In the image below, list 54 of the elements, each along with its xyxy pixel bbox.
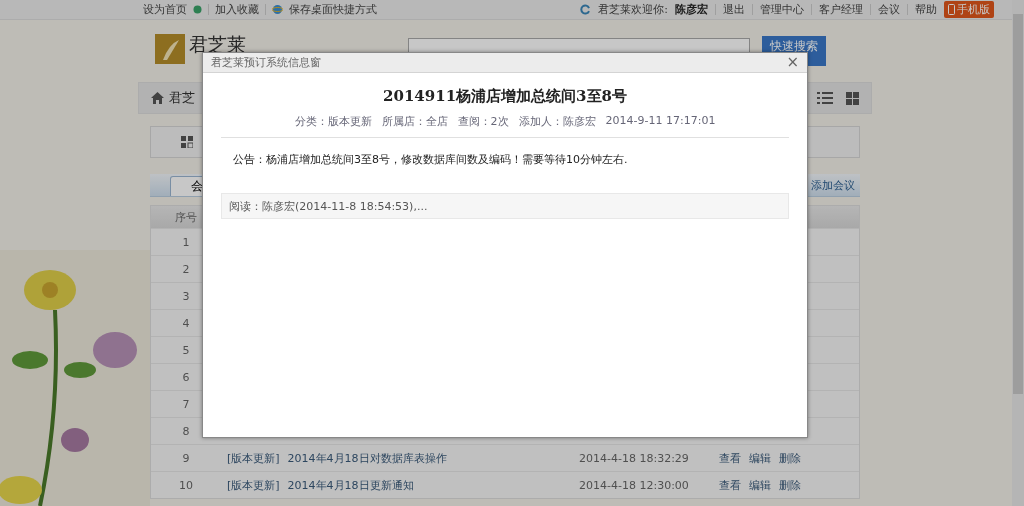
action-link[interactable]: 查看 [719, 477, 741, 493]
category-tag: [版本更新] [227, 450, 280, 466]
add-meeting-link[interactable]: 添加会议 [811, 177, 860, 193]
readers-text: 阅读：陈彦宏(2014-11-8 18:54:53),... [229, 198, 428, 214]
phone-icon [948, 4, 955, 15]
row-number: 2 [181, 262, 191, 276]
welcome-text: 君芝莱欢迎你: [598, 2, 668, 17]
notice-title-link[interactable]: 2014年4月18日对数据库表操作 [287, 450, 447, 466]
category-tag: [版本更新] [227, 477, 280, 493]
notice-body: 公告：杨浦店增加总统间3至8号，修改数据库间数及编码！需要等待10分钟左右. [233, 152, 629, 167]
notice-heading: 2014911杨浦店增加总统间3至8号 [382, 87, 628, 106]
date-cell-text: 2014-4-18 12:30:00 [579, 478, 690, 492]
action-link[interactable]: 删除 [779, 450, 801, 466]
top-link[interactable]: 客户经理 [819, 2, 863, 17]
row-number: 7 [181, 397, 191, 411]
top-link[interactable]: 会议 [878, 2, 900, 17]
breadcrumb-text: 君芝 [169, 89, 195, 107]
row-number: 10 [178, 478, 194, 492]
globe-icon [272, 4, 283, 15]
meta-text: 2014-9-11 17:17:01 [605, 114, 716, 129]
top-link[interactable]: 管理中心 [760, 2, 804, 17]
date-cell-text: 2014-4-18 18:32:29 [579, 451, 690, 465]
mobile-button[interactable]: 手机版 [944, 1, 994, 18]
row-number: 6 [181, 370, 191, 384]
action-link[interactable]: 删除 [779, 477, 801, 493]
notice-title-link[interactable]: 2014年4月18日更新通知 [287, 477, 414, 493]
row-number: 9 [181, 451, 191, 465]
grid-icon[interactable] [181, 136, 193, 148]
top-link[interactable]: 退出 [723, 2, 745, 17]
column-header: 序号 [174, 209, 198, 225]
row-number: 8 [181, 424, 191, 438]
top-link[interactable]: 保存桌面快捷方式 [289, 2, 377, 17]
top-link[interactable]: 加入收藏 [215, 2, 259, 17]
meta-text: 查阅：2次 [457, 114, 509, 129]
meta-text: 分类：版本更新 [294, 114, 372, 129]
row-number: 5 [181, 343, 191, 357]
logo-icon [155, 34, 185, 64]
row-number: 4 [181, 316, 191, 330]
user-name: 陈彦宏 [675, 2, 708, 17]
grid-icon[interactable] [846, 91, 859, 105]
dialog-title: 君芝莱预订系统信息窗 [211, 55, 321, 70]
list-icon[interactable] [817, 92, 833, 104]
refresh-icon [580, 4, 592, 15]
meta-text: 所属店：全店 [381, 114, 448, 129]
row-number: 1 [181, 235, 191, 249]
top-link[interactable]: 设为首页 [143, 2, 187, 17]
row-number: 3 [181, 289, 191, 303]
action-link[interactable]: 编辑 [749, 477, 771, 493]
meta-text: 添加人：陈彦宏 [518, 114, 596, 129]
action-link[interactable]: 编辑 [749, 450, 771, 466]
home-icon [151, 92, 164, 104]
action-link[interactable]: 查看 [719, 450, 741, 466]
circle-icon [193, 5, 202, 14]
top-link[interactable]: 帮助 [915, 2, 937, 17]
